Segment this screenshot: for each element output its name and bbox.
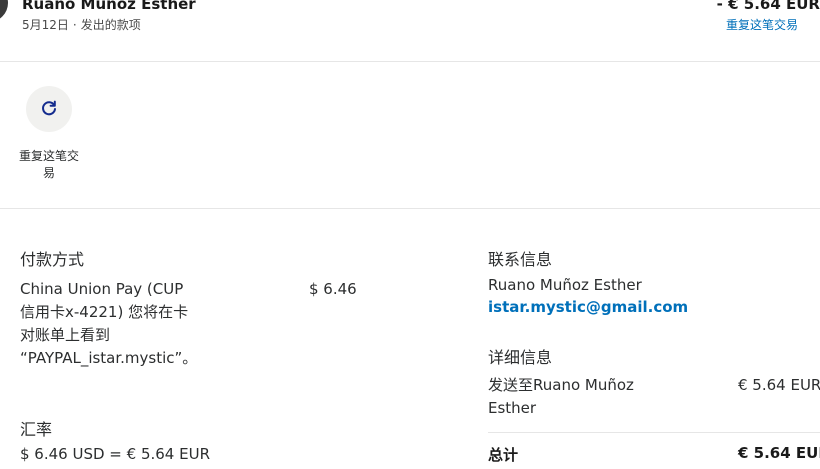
- contact-email-link[interactable]: istar.mystic@gmail.com: [488, 298, 688, 316]
- repeat-action-label: 重复这笔交易: [18, 149, 79, 180]
- details-title: 详细信息: [488, 348, 553, 367]
- transaction-meta: 5月12日 · 发出的款项: [22, 16, 141, 33]
- total-amount: € 5.64 EUR: [738, 444, 820, 462]
- contact-name: Ruano Muñoz Esther: [488, 276, 642, 294]
- send-to-label: 发送至Ruano Muñoz Esther: [488, 376, 634, 417]
- payment-amount: $ 6.46: [309, 280, 357, 298]
- send-to-amount: € 5.64 EUR: [738, 376, 820, 394]
- transaction-type: 发出的款项: [80, 18, 141, 32]
- refresh-icon: [42, 100, 56, 116]
- payment-method-title: 付款方式: [20, 250, 85, 269]
- transaction-header: Ruano Munoz Esther 5月12日 · 发出的款项 - € 5.64 …: [0, 0, 820, 62]
- contact-info-title: 联系信息: [488, 250, 553, 269]
- transaction-amount: - € 5.64 EUR: [716, 0, 820, 13]
- exchange-rate-title: 汇率: [20, 420, 53, 439]
- meta-separator: ·: [72, 18, 77, 32]
- repeat-action: 重复这笔交易: [10, 86, 88, 182]
- section-divider: [0, 208, 820, 209]
- repeat-transaction-button[interactable]: [26, 86, 72, 132]
- avatar: [0, 0, 8, 22]
- recipient-name: Ruano Munoz Esther: [22, 0, 196, 13]
- exchange-rate-value: $ 6.46 USD = € 5.64 EUR: [20, 445, 210, 463]
- transaction-date: 5月12日: [22, 18, 69, 32]
- repeat-transaction-link[interactable]: 重复这笔交易: [726, 16, 798, 33]
- total-divider: [488, 432, 820, 433]
- total-label: 总计: [488, 446, 519, 464]
- payment-method-description: China Union Pay (CUP信用卡x-4221) 您将在卡对账单上看…: [20, 280, 198, 367]
- transaction-details-page: Ruano Munoz Esther 5月12日 · 发出的款项 - € 5.64 …: [0, 0, 820, 469]
